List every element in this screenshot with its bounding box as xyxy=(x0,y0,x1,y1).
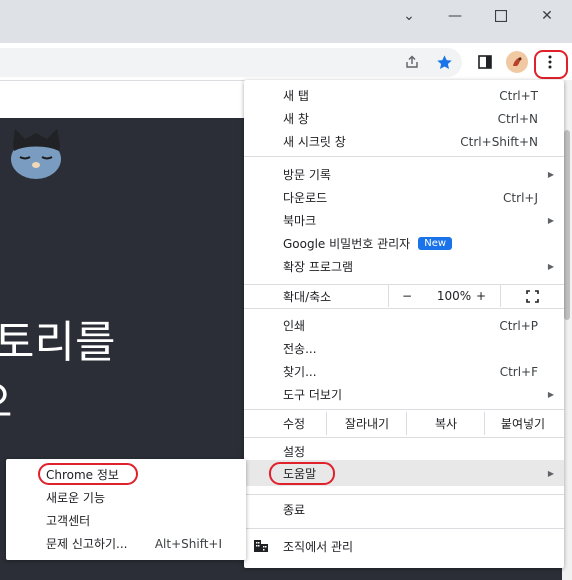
help-highlight-circle xyxy=(269,462,335,485)
shortcut: Alt+Shift+I xyxy=(154,536,222,551)
submenu-arrow-icon: ▶ xyxy=(547,469,554,478)
zoom-label: 확대/축소 xyxy=(283,289,332,304)
menu-label: 조직에서 관리 xyxy=(283,540,354,554)
cut-button[interactable]: 잘라내기 xyxy=(328,410,406,437)
submenu-arrow-icon: ▶ xyxy=(547,170,554,179)
hero-headline-line2: 으 xyxy=(0,374,12,432)
zoom-out-button[interactable]: − xyxy=(390,285,424,307)
copy-button[interactable]: 복사 xyxy=(408,410,484,437)
share-icon[interactable] xyxy=(402,52,422,72)
fullscreen-icon xyxy=(525,289,539,303)
menu-item-history[interactable]: 방문 기록 ▶ xyxy=(244,163,564,186)
building-icon xyxy=(253,539,269,556)
shortcut: Ctrl+P xyxy=(499,318,538,333)
menu-button-highlight-circle xyxy=(534,50,568,79)
menu-item-bookmarks[interactable]: 북마크 ▶ xyxy=(244,209,564,232)
shortcut: Ctrl+J xyxy=(503,190,538,205)
menu-item-incognito[interactable]: 새 시크릿 창 Ctrl+Shift+N xyxy=(244,130,564,153)
side-panel-icon[interactable] xyxy=(475,52,495,72)
zoom-in-button[interactable]: + xyxy=(464,285,498,307)
zoom-row: 확대/축소 − 100% + xyxy=(244,285,564,307)
submenu-arrow-icon: ▶ xyxy=(547,390,554,399)
menu-label: 새 탭 xyxy=(283,89,309,103)
menu-label: 방문 기록 xyxy=(283,168,331,182)
menu-item-password-manager[interactable]: Google 비밀번호 관리자 New xyxy=(244,232,564,255)
maximize-icon xyxy=(495,10,507,22)
menu-item-find[interactable]: 찾기... Ctrl+F xyxy=(244,360,564,383)
menu-label: 고객센터 xyxy=(46,514,91,528)
zoom-divider xyxy=(388,285,389,307)
menu-item-managed-by-org[interactable]: 조직에서 관리 xyxy=(244,535,564,558)
menu-item-more-tools[interactable]: 도구 더보기 ▶ xyxy=(244,383,564,406)
menu-item-exit[interactable]: 종료 xyxy=(244,498,564,521)
menu-label: 전송... xyxy=(283,342,317,356)
about-chrome-highlight-circle xyxy=(38,463,138,485)
edit-divider xyxy=(484,412,485,435)
edit-divider xyxy=(326,412,327,435)
menu-label: 북마크 xyxy=(283,214,317,228)
scrollbar-thumb[interactable] xyxy=(564,130,570,320)
minimize-button[interactable]: — xyxy=(432,0,478,32)
fullscreen-button[interactable] xyxy=(516,285,548,307)
menu-label: 인쇄 xyxy=(283,319,306,333)
shortcut: Ctrl+T xyxy=(499,88,538,103)
profile-avatar[interactable] xyxy=(506,51,528,73)
submenu-item-whats-new[interactable]: 새로운 기능 xyxy=(6,486,246,509)
menu-item-extensions[interactable]: 확장 프로그램 ▶ xyxy=(244,255,564,278)
menu-item-print[interactable]: 인쇄 Ctrl+P xyxy=(244,314,564,337)
menu-item-new-window[interactable]: 새 창 Ctrl+N xyxy=(244,107,564,130)
shortcut: Ctrl+Shift+N xyxy=(460,134,538,149)
menu-label: 새 시크릿 창 xyxy=(283,135,346,149)
shortcut: Ctrl+F xyxy=(499,364,538,379)
address-bar[interactable] xyxy=(0,48,462,77)
paste-button[interactable]: 붙여넣기 xyxy=(486,410,560,437)
menu-label: 새 창 xyxy=(283,112,309,126)
menu-item-cast[interactable]: 전송... xyxy=(244,337,564,360)
menu-label: 종료 xyxy=(283,503,306,517)
maximize-button[interactable] xyxy=(478,0,524,32)
menu-item-new-tab[interactable]: 새 탭 Ctrl+T xyxy=(244,84,564,107)
edit-label: 수정 xyxy=(283,417,306,431)
menu-label: 도구 더보기 xyxy=(283,388,343,402)
menu-label: 찾기... xyxy=(283,365,317,379)
submenu-arrow-icon: ▶ xyxy=(547,216,554,225)
menu-divider xyxy=(244,437,564,438)
menu-label: Google 비밀번호 관리자 xyxy=(283,237,411,251)
menu-divider xyxy=(244,528,564,529)
menu-divider xyxy=(244,156,564,157)
hero-headline-line1: 토리를 xyxy=(0,317,116,368)
submenu-item-help-center[interactable]: 고객센터 xyxy=(6,509,246,532)
title-bar: ⌄ — ✕ xyxy=(0,0,572,43)
menu-item-help[interactable]: 도움말 ▶ xyxy=(244,460,564,486)
menu-label: 확장 프로그램 xyxy=(283,260,354,274)
shortcut: Ctrl+N xyxy=(497,111,538,126)
help-submenu: Chrome 정보 새로운 기능 고객센터 문제 신고하기... Alt+Shif… xyxy=(6,459,246,560)
character-illustration xyxy=(5,123,67,183)
menu-label: 새로운 기능 xyxy=(46,491,106,505)
menu-label: 문제 신고하기... xyxy=(46,537,128,551)
menu-divider xyxy=(244,494,564,495)
menu-item-downloads[interactable]: 다운로드 Ctrl+J xyxy=(244,186,564,209)
toolbar xyxy=(0,43,572,81)
new-badge: New xyxy=(418,237,453,250)
tab-search-chevron-icon[interactable]: ⌄ xyxy=(386,0,432,32)
edit-divider xyxy=(406,412,407,435)
edit-row: 수정 잘라내기 복사 붙여넣기 xyxy=(244,410,564,437)
zoom-divider xyxy=(500,285,501,307)
bookmark-star-icon[interactable] xyxy=(434,52,454,72)
menu-label: 설정 xyxy=(283,445,306,459)
menu-label: 다운로드 xyxy=(283,191,328,205)
submenu-arrow-icon: ▶ xyxy=(547,262,554,271)
chrome-main-menu: 새 탭 Ctrl+T 새 창 Ctrl+N 새 시크릿 창 Ctrl+Shift+N … xyxy=(244,80,564,568)
close-window-button[interactable]: ✕ xyxy=(524,0,570,32)
menu-divider xyxy=(244,308,564,309)
submenu-item-report-issue[interactable]: 문제 신고하기... Alt+Shift+I xyxy=(6,532,246,555)
